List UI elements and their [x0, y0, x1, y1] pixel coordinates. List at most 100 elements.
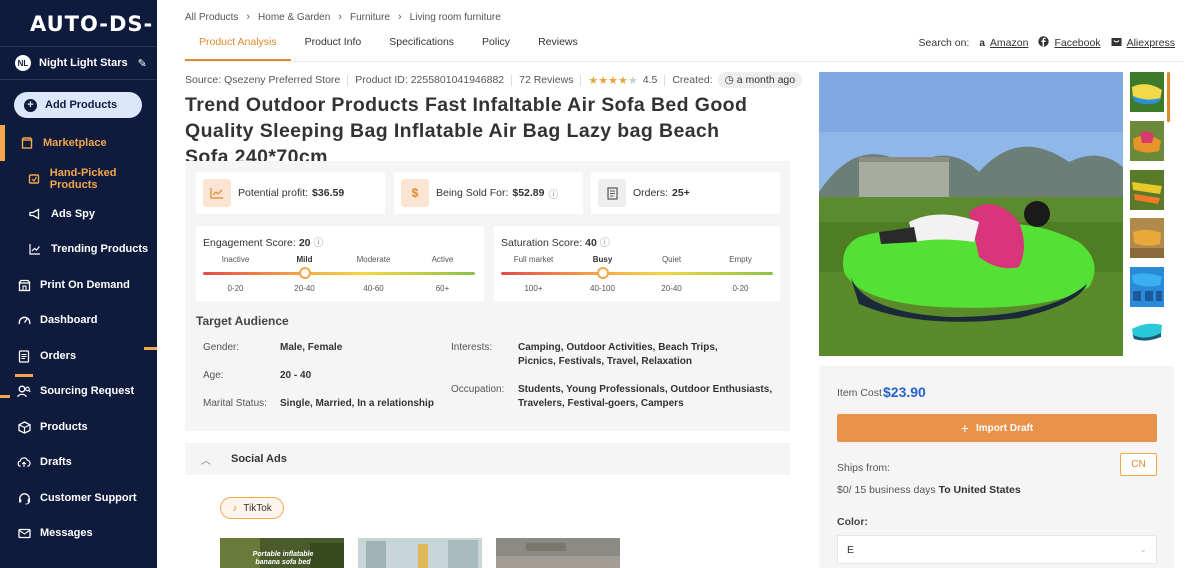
- ships-from-cn-button[interactable]: CN: [1120, 453, 1157, 476]
- range-label: 40-60: [363, 284, 384, 293]
- sidebar-item-customer-support[interactable]: Customer Support: [0, 484, 157, 512]
- sidebar-item-hand-picked[interactable]: Hand-Picked Products: [0, 165, 157, 193]
- clock-icon: ◷: [724, 74, 737, 86]
- sidebar-item-orders[interactable]: Orders: [0, 342, 157, 370]
- store-icon: [20, 136, 34, 150]
- store-name: Night Light Stars: [39, 57, 128, 69]
- range-label: 0-20: [732, 284, 749, 293]
- shipping-days: 15 business days: [854, 484, 936, 496]
- social-ads-label: Social Ads: [231, 453, 287, 465]
- facebook-link[interactable]: Facebook: [1054, 37, 1100, 49]
- range-label: 20-40: [294, 284, 315, 293]
- breadcrumb-item[interactable]: All Products: [185, 12, 238, 23]
- plus-icon: +: [24, 98, 37, 112]
- level-label: Moderate: [356, 255, 391, 264]
- sidebar-item-label: Marketplace: [43, 137, 107, 149]
- sidebar: AUTO-DS- NL Night Light Stars ✎ + Add Pr…: [0, 0, 157, 568]
- sidebar-item-products[interactable]: Products: [0, 413, 157, 441]
- person-search-icon: [17, 384, 31, 398]
- add-products-button[interactable]: + Add Products: [14, 92, 142, 118]
- product-main-image[interactable]: [819, 72, 1123, 356]
- help-icon[interactable]: ⓘ: [600, 238, 610, 249]
- gauge-icon: [17, 313, 31, 327]
- headset-icon: [17, 491, 31, 505]
- tiktok-icon: ♪: [232, 502, 238, 514]
- engagement-score-card: Engagement Score: 20 ⓘ Inactive Mild Mode…: [196, 226, 484, 301]
- ad-video-thumbnail[interactable]: [496, 538, 620, 568]
- shipping-price: $0/: [837, 484, 852, 496]
- divider: [511, 74, 513, 86]
- product-thumbnail[interactable]: [1130, 121, 1164, 161]
- range-label: 100+: [524, 284, 543, 293]
- product-thumbnail[interactable]: [1130, 315, 1164, 345]
- chevron-right-icon: ›: [246, 11, 251, 23]
- reviews-count[interactable]: 72 Reviews: [519, 74, 573, 86]
- chevron-up-icon[interactable]: ︿: [201, 452, 211, 467]
- box-icon: [17, 420, 31, 434]
- sidebar-item-print-on-demand[interactable]: Print On Demand: [0, 271, 157, 299]
- gauge-knob: [596, 267, 609, 279]
- color-value: E: [847, 543, 855, 556]
- import-draft-button[interactable]: + Import Draft: [837, 414, 1157, 442]
- store-selector[interactable]: NL Night Light Stars ✎: [0, 46, 157, 80]
- sidebar-item-messages[interactable]: Messages: [0, 519, 157, 547]
- tab-product-analysis[interactable]: Product Analysis: [185, 29, 291, 61]
- sidebar-item-sourcing-request[interactable]: Sourcing Request: [0, 377, 157, 405]
- color-select[interactable]: E ⌄: [837, 535, 1157, 564]
- breadcrumb-item[interactable]: Home & Garden: [258, 12, 330, 23]
- help-icon[interactable]: ⓘ: [313, 238, 323, 249]
- sidebar-item-label: Hand-Picked Products: [49, 167, 117, 191]
- profit-value: $36.59: [312, 187, 345, 199]
- help-icon[interactable]: ⓘ: [549, 186, 559, 201]
- tab-reviews[interactable]: Reviews: [524, 29, 592, 61]
- shipping-info: $0/ 15 business days To United States: [837, 484, 1021, 496]
- tab-specifications[interactable]: Specifications: [375, 29, 468, 61]
- gender-value: Male, Female: [280, 342, 343, 353]
- decorative-accent: [0, 395, 10, 398]
- product-thumbnail[interactable]: [1130, 267, 1164, 307]
- tab-policy[interactable]: Policy: [468, 29, 524, 61]
- product-id: Product ID: 2255801041946882: [355, 74, 505, 86]
- sidebar-item-label: Trending Products: [51, 243, 149, 255]
- sidebar-item-ads-spy[interactable]: Ads Spy: [0, 200, 157, 228]
- source-store[interactable]: Source: Qsezeny Preferred Store: [185, 74, 340, 86]
- sidebar-item-label: Customer Support: [40, 492, 137, 504]
- product-thumbnail[interactable]: [1130, 72, 1164, 112]
- level-label: Quiet: [661, 255, 682, 264]
- engagement-value: 20: [298, 237, 311, 249]
- thumbnail-scrollbar[interactable]: [1167, 72, 1170, 122]
- item-cost-value: $23.90: [883, 384, 926, 400]
- ad-video-thumbnail[interactable]: Portable inflatable banana sofa bed: [220, 538, 344, 568]
- divider: [580, 74, 582, 86]
- level-label: Mild: [296, 255, 313, 264]
- product-tabs: Product Analysis Product Info Specificat…: [185, 29, 592, 61]
- tab-product-info[interactable]: Product Info: [291, 29, 376, 61]
- breadcrumb-item[interactable]: Furniture: [350, 12, 390, 23]
- tiktok-chip[interactable]: ♪ TikTok: [220, 497, 284, 519]
- main-content: All Products › Home & Garden › Furniture…: [157, 0, 1200, 568]
- document-icon: [598, 179, 626, 207]
- aliexpress-link[interactable]: Aliexpress: [1127, 37, 1175, 49]
- product-thumbnail[interactable]: [1130, 170, 1164, 210]
- sold-label: Being Sold For:: [436, 187, 509, 199]
- created-value: a month ago: [736, 74, 796, 86]
- sidebar-item-dashboard[interactable]: Dashboard: [0, 306, 157, 334]
- engagement-gauge: [203, 267, 475, 279]
- edit-icon[interactable]: ✎: [138, 57, 147, 70]
- breadcrumb-item[interactable]: Living room furniture: [410, 12, 501, 23]
- interests-value: Camping, Outdoor Activities, Beach Trips…: [518, 342, 718, 367]
- sidebar-item-drafts[interactable]: Drafts: [0, 448, 157, 476]
- amazon-link[interactable]: Amazon: [990, 37, 1029, 49]
- sidebar-item-marketplace[interactable]: Marketplace: [0, 129, 157, 157]
- divider: [664, 74, 666, 86]
- tiktok-label: TikTok: [243, 502, 272, 514]
- ad-video-thumbnail[interactable]: [358, 538, 482, 568]
- sidebar-item-trending[interactable]: Trending Products: [0, 235, 157, 263]
- age-label: Age:: [203, 370, 224, 381]
- product-thumbnail[interactable]: [1130, 218, 1164, 258]
- saturation-value: 40: [585, 237, 597, 249]
- social-ads-header[interactable]: ︿ Social Ads: [185, 443, 790, 475]
- autods-logo[interactable]: AUTO-DS-: [30, 12, 153, 36]
- engagement-label: Engagement Score:: [203, 237, 296, 249]
- facebook-icon: [1038, 36, 1050, 50]
